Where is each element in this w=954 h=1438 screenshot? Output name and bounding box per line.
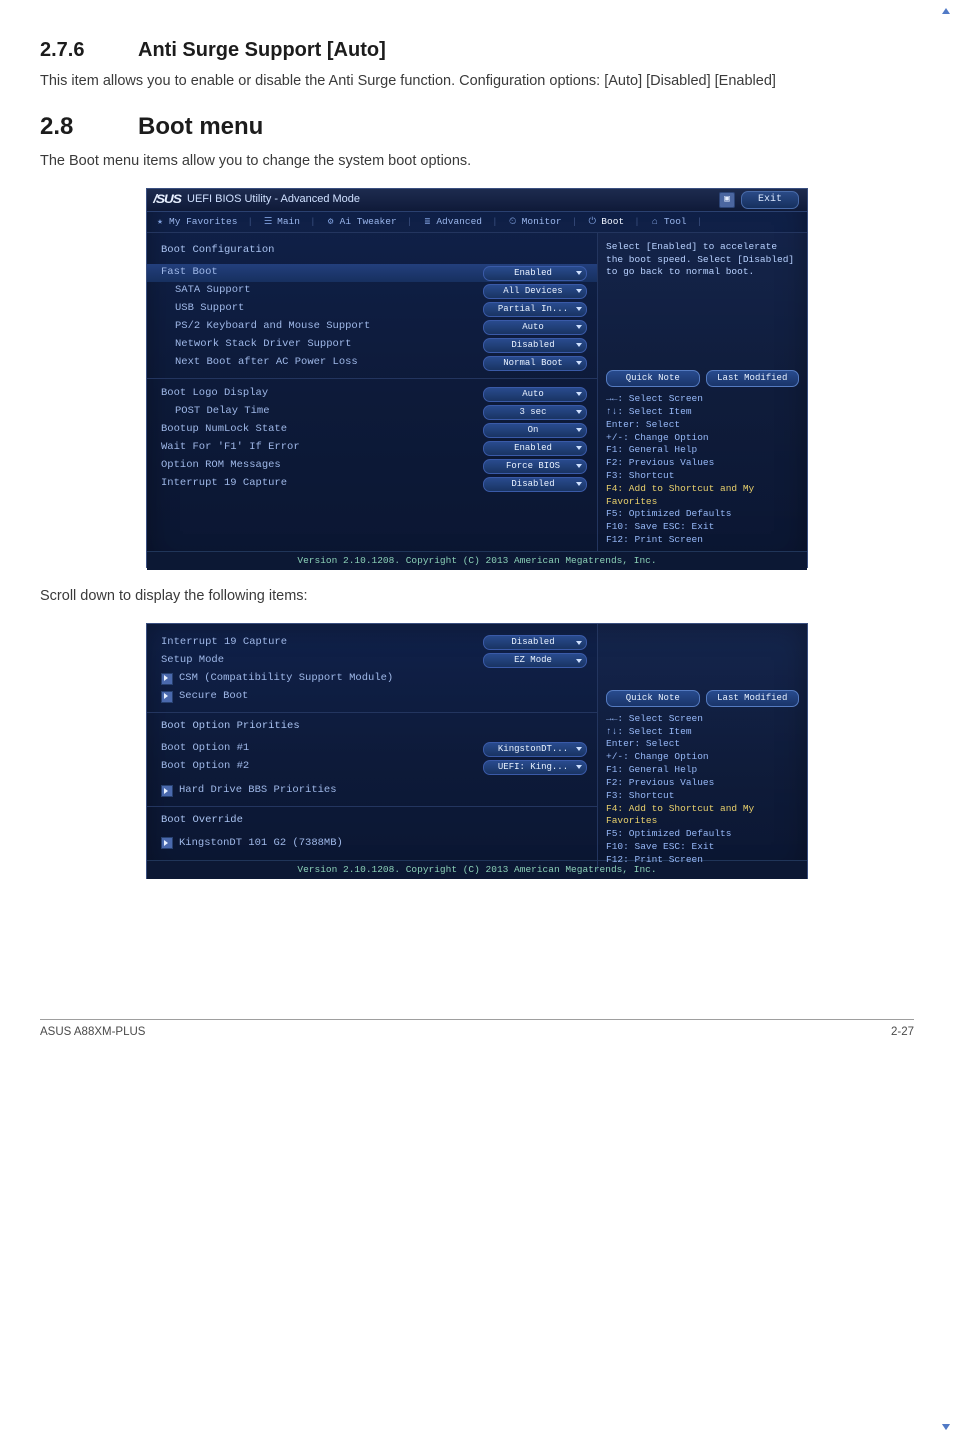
section-num: 2.7.6 <box>40 36 104 65</box>
section-title: Anti Surge Support [Auto] <box>138 36 386 65</box>
bios-left-panel: Boot Configuration Fast Boot Enabled SAT… <box>147 233 597 551</box>
quick-note-button[interactable]: Quick Note <box>606 690 700 707</box>
scroll-caption: Scroll down to display the following ite… <box>40 586 914 607</box>
divider <box>147 806 597 807</box>
tab-my-favorites[interactable]: ★My Favorites <box>155 215 237 229</box>
row-setup-mode[interactable]: Setup Mode EZ Mode <box>161 652 587 670</box>
row-wait-f1[interactable]: Wait For 'F1' If Error Enabled <box>161 439 587 457</box>
select-fast-boot[interactable]: Enabled <box>483 266 587 281</box>
section-heading-28: 2.8 Boot menu <box>40 110 914 145</box>
tab-advanced[interactable]: ≣Advanced <box>422 215 482 229</box>
bios-help-pane: Quick Note Last Modified →←: Select Scre… <box>597 624 807 871</box>
bios-footer: Version 2.10.1208. Copyright (C) 2013 Am… <box>147 551 807 570</box>
select-int19[interactable]: Disabled <box>483 477 587 492</box>
select-option-rom[interactable]: Force BIOS <box>483 459 587 474</box>
list-icon: ☰ <box>263 215 273 229</box>
tab-tool[interactable]: ⌂Tool <box>650 215 687 229</box>
chevron-right-icon <box>161 691 173 703</box>
row-next-boot-ac[interactable]: Next Boot after AC Power Loss Normal Boo… <box>161 354 587 372</box>
row-boot-option-1[interactable]: Boot Option #1 KingstonDT... <box>161 740 587 758</box>
bios-titlebar: /SUS UEFI BIOS Utility - Advanced Mode ▣… <box>147 189 807 212</box>
chevron-right-icon <box>161 837 173 849</box>
bios-window-2: Interrupt 19 Capture Disabled Setup Mode… <box>146 623 808 879</box>
select-numlock[interactable]: On <box>483 423 587 438</box>
tab-main[interactable]: ☰Main <box>263 215 300 229</box>
tab-monitor[interactable]: ⏲Monitor <box>508 215 562 229</box>
select-network-stack[interactable]: Disabled <box>483 338 587 353</box>
footer-left: ASUS A88XM-PLUS <box>40 1024 145 1041</box>
row-fast-boot[interactable]: Fast Boot Enabled <box>147 264 597 282</box>
select-usb-support[interactable]: Partial In... <box>483 302 587 317</box>
bios-left-panel: Interrupt 19 Capture Disabled Setup Mode… <box>147 624 597 871</box>
row-boot-option-2[interactable]: Boot Option #2 UEFI: King... <box>161 758 587 776</box>
select-sata-support[interactable]: All Devices <box>483 284 587 299</box>
footer-right: 2-27 <box>891 1024 914 1041</box>
bios-help-pane: Select [Enabled] to accelerate the boot … <box>597 233 807 551</box>
select-boot-option-2[interactable]: UEFI: King... <box>483 760 587 775</box>
gear-icon: ⚙ <box>326 215 336 229</box>
select-setup-mode[interactable]: EZ Mode <box>483 653 587 668</box>
advanced-icon: ≣ <box>422 215 432 229</box>
help-desc: Select [Enabled] to accelerate the boot … <box>606 241 799 289</box>
tab-boot[interactable]: ⏻Boot <box>587 215 624 229</box>
help-keys: →←: Select Screen ↑↓: Select Item Enter:… <box>606 393 799 547</box>
row-option-rom[interactable]: Option ROM Messages Force BIOS <box>161 457 587 475</box>
group-title-override: Boot Override <box>161 813 587 828</box>
row-int19[interactable]: Interrupt 19 Capture Disabled <box>161 634 587 652</box>
quick-note-button[interactable]: Quick Note <box>606 370 700 387</box>
select-post-delay[interactable]: 3 sec <box>483 405 587 420</box>
asus-logo: /SUS <box>153 191 181 208</box>
section-heading-276: 2.7.6 Anti Surge Support [Auto] <box>40 36 914 65</box>
select-boot-option-1[interactable]: KingstonDT... <box>483 742 587 757</box>
help-keys: →←: Select Screen ↑↓: Select Item Enter:… <box>606 713 799 867</box>
row-int19[interactable]: Interrupt 19 Capture Disabled <box>161 475 587 493</box>
last-modified-button[interactable]: Last Modified <box>706 370 800 387</box>
submenu-secure-boot[interactable]: Secure Boot <box>161 688 587 706</box>
scroll-up-icon[interactable] <box>942 8 950 14</box>
row-ps2-support[interactable]: PS/2 Keyboard and Mouse Support Auto <box>161 318 587 336</box>
select-ps2-support[interactable]: Auto <box>483 320 587 335</box>
last-modified-button[interactable]: Last Modified <box>706 690 800 707</box>
select-wait-f1[interactable]: Enabled <box>483 441 587 456</box>
select-int19[interactable]: Disabled <box>483 635 587 650</box>
group-title-priorities: Boot Option Priorities <box>161 719 587 734</box>
exit-button[interactable]: Exit <box>741 191 799 209</box>
chevron-right-icon <box>161 673 173 685</box>
section-title: Boot menu <box>138 110 263 145</box>
bios-title: UEFI BIOS Utility - Advanced Mode <box>187 192 360 208</box>
submenu-hdd-bbs[interactable]: Hard Drive BBS Priorities <box>161 782 587 800</box>
screenshot-icon[interactable]: ▣ <box>719 192 735 208</box>
submenu-override-device[interactable]: KingstonDT 101 G2 (7388MB) <box>161 834 587 852</box>
section-body-276: This item allows you to enable or disabl… <box>40 71 914 92</box>
row-network-stack[interactable]: Network Stack Driver Support Disabled <box>161 336 587 354</box>
row-usb-support[interactable]: USB Support Partial In... <box>161 300 587 318</box>
page-footer: ASUS A88XM-PLUS 2-27 <box>40 1019 914 1071</box>
row-boot-logo[interactable]: Boot Logo Display Auto <box>161 385 587 403</box>
select-boot-logo[interactable]: Auto <box>483 387 587 402</box>
power-icon: ⏻ <box>587 215 597 229</box>
select-next-boot-ac[interactable]: Normal Boot <box>483 356 587 371</box>
monitor-icon: ⏲ <box>508 215 518 229</box>
divider <box>147 712 597 713</box>
help-desc <box>606 632 799 680</box>
divider <box>147 378 597 379</box>
row-sata-support[interactable]: SATA Support All Devices <box>161 282 587 300</box>
scroll-down-icon[interactable] <box>942 1424 950 1430</box>
row-numlock[interactable]: Bootup NumLock State On <box>161 421 587 439</box>
star-icon: ★ <box>155 215 165 229</box>
submenu-csm[interactable]: CSM (Compatibility Support Module) <box>161 670 587 688</box>
chevron-right-icon <box>161 785 173 797</box>
row-post-delay[interactable]: POST Delay Time 3 sec <box>161 403 587 421</box>
tab-ai-tweaker[interactable]: ⚙Ai Tweaker <box>326 215 397 229</box>
section-body-28: The Boot menu items allow you to change … <box>40 151 914 172</box>
bios-tabs: ★My Favorites| ☰Main| ⚙Ai Tweaker| ≣Adva… <box>147 212 807 233</box>
bios-window-1: /SUS UEFI BIOS Utility - Advanced Mode ▣… <box>146 188 808 568</box>
tool-icon: ⌂ <box>650 215 660 229</box>
section-num: 2.8 <box>40 110 104 145</box>
group-title: Boot Configuration <box>161 243 587 258</box>
